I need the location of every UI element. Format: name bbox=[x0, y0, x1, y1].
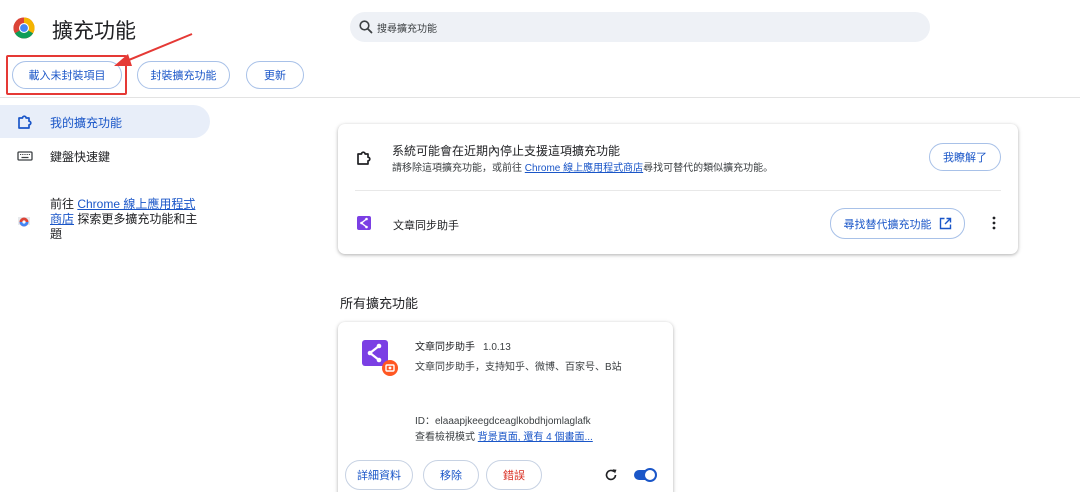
more-vertical-icon[interactable] bbox=[988, 215, 1000, 231]
extension-card: 文章同步助手 1.0.13 文章同步助手，支持知乎、微博、百家号、B站 ID：el… bbox=[338, 322, 673, 492]
find-alternative-button[interactable]: 尋找替代擴充功能 bbox=[830, 208, 965, 239]
extension-name: 文章同步助手 bbox=[415, 342, 475, 353]
puzzle-icon bbox=[18, 115, 32, 129]
chrome-web-store-link[interactable]: Chrome 線上應用程式商店 bbox=[525, 163, 643, 174]
sidebar-store-promo: 前往 Chrome 線上應用程式商店 探索更多擴充功能和主題 bbox=[16, 197, 206, 242]
remove-button[interactable]: 移除 bbox=[423, 460, 479, 490]
sidebar-item-keyboard-shortcuts[interactable]: 鍵盤快速鍵 bbox=[16, 147, 110, 165]
keyboard-icon bbox=[17, 151, 33, 161]
inspect-views-label: 查看檢視模式 bbox=[415, 432, 478, 443]
warning-extension-name: 文章同步助手 bbox=[393, 220, 459, 232]
search-input[interactable]: 搜尋擴充功能 bbox=[377, 20, 437, 35]
got-it-button[interactable]: 我瞭解了 bbox=[929, 143, 1001, 171]
errors-button[interactable]: 錯誤 bbox=[486, 460, 542, 490]
warning-description: 請移除這項擴充功能，或前往 Chrome 線上應用程式商店尋找可替代的類似擴充功… bbox=[392, 159, 773, 174]
search-icon bbox=[359, 20, 373, 34]
background-page-link[interactable]: 背景頁面, 還有 4 個畫面... bbox=[478, 432, 593, 443]
sidebar-item-my-extensions[interactable]: 我的擴充功能 bbox=[16, 113, 122, 131]
annotation-highlight-box bbox=[6, 55, 127, 95]
puzzle-icon bbox=[357, 151, 371, 165]
extension-icon bbox=[362, 340, 398, 376]
toggle-knob bbox=[643, 468, 657, 482]
store-promo-prefix: 前往 bbox=[50, 197, 78, 211]
deprecation-warning-card: 系統可能會在近期內停止支援這項擴充功能 請移除這項擴充功能，或前往 Chrome… bbox=[338, 124, 1018, 254]
chrome-web-store-icon bbox=[18, 217, 30, 227]
extension-description: 文章同步助手，支持知乎、微博、百家号、B站 bbox=[415, 362, 622, 373]
update-button[interactable]: 更新 bbox=[246, 61, 304, 89]
chrome-logo-icon bbox=[13, 17, 35, 39]
annotation-arrow-icon bbox=[114, 33, 193, 66]
sidebar-item-label: 鍵盤快速鍵 bbox=[50, 149, 111, 164]
all-extensions-heading: 所有擴充功能 bbox=[340, 296, 419, 311]
open-in-new-icon bbox=[939, 217, 951, 230]
extension-enabled-toggle[interactable] bbox=[634, 468, 657, 482]
search-bar[interactable]: 搜尋擴充功能 bbox=[350, 12, 930, 42]
warning-title: 系統可能會在近期內停止支援這項擴充功能 bbox=[392, 144, 621, 158]
inspect-views: 查看檢視模式 背景頁面, 還有 4 個畫面... bbox=[415, 428, 593, 443]
divider bbox=[355, 190, 1001, 191]
sidebar-item-label: 我的擴充功能 bbox=[50, 115, 123, 130]
warning-desc-prefix: 請移除這項擴充功能，或前往 bbox=[392, 163, 525, 174]
find-alternative-label: 尋找替代擴充功能 bbox=[843, 218, 932, 231]
details-button[interactable]: 詳細資料 bbox=[345, 460, 413, 490]
header-divider bbox=[0, 97, 1080, 98]
warning-desc-suffix: 尋找可替代的類似擴充功能。 bbox=[643, 163, 774, 174]
reload-icon[interactable] bbox=[604, 468, 618, 482]
extension-icon bbox=[357, 216, 371, 230]
extension-id: ID：elaaapjkeegdceaglkobdhjomlaglafk bbox=[415, 416, 591, 427]
extension-version: 1.0.13 bbox=[483, 342, 511, 353]
extension-name-row: 文章同步助手 1.0.13 bbox=[415, 338, 511, 353]
store-promo-text: 前往 Chrome 線上應用程式商店 探索更多擴充功能和主題 bbox=[50, 197, 206, 242]
